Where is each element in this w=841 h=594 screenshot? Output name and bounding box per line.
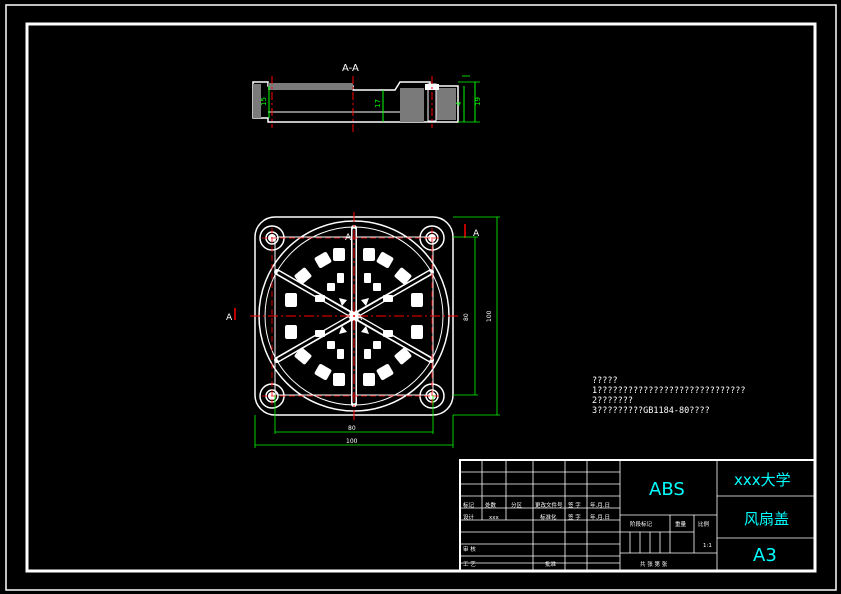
technical-notes: ????? 1????????????????????????????? 2??… xyxy=(592,376,746,416)
section-title: A-A xyxy=(342,63,359,74)
label-mark: 标记 xyxy=(463,501,475,509)
dim-80-vertical: 80 xyxy=(463,313,470,321)
dim-80-horizontal: 80 xyxy=(348,425,356,432)
drawing-sheet: A-A 15 17 4 19 A A A A 80 100 80 100 ???… xyxy=(5,4,837,591)
section-view: A-A 15 17 4 19 xyxy=(252,63,482,134)
label-review: 审 核 xyxy=(463,545,476,553)
plan-view: A A A A 80 100 80 100 xyxy=(226,212,500,448)
label-process: 工 艺 xyxy=(463,561,476,568)
notes-line-3: 2??????? xyxy=(592,396,633,406)
sheet-size-label: A3 xyxy=(753,545,777,566)
cut-mark-center: A xyxy=(356,313,363,323)
label-sign-2: 签 字 xyxy=(568,513,581,521)
dim-17: 17 xyxy=(374,99,382,108)
school-label: xxx大学 xyxy=(734,471,791,489)
label-stage: 阶段标记 xyxy=(630,520,653,528)
notes-line-2: 1????????????????????????????? xyxy=(592,386,746,396)
dim-100-vertical: 100 xyxy=(486,310,493,322)
dim-19: 19 xyxy=(474,97,482,106)
label-scale: 比例 xyxy=(698,520,710,528)
cut-mark-center-top: A xyxy=(345,233,352,243)
scale-value: 1:1 xyxy=(703,543,712,549)
label-approve: 批准 xyxy=(545,560,557,568)
notes-line-4: 3?????????GB1184-80???? xyxy=(592,406,710,416)
label-count: 处数 xyxy=(485,501,497,509)
notes-line-1: ????? xyxy=(592,376,618,386)
part-name-label: 风扇盖 xyxy=(744,510,789,528)
designer-name: xxx xyxy=(489,515,500,521)
label-date: 年.月.日 xyxy=(590,501,610,509)
dim-100-horizontal: 100 xyxy=(346,438,358,445)
dim-4: 4 xyxy=(455,101,463,106)
label-design: 设计 xyxy=(463,513,475,521)
label-standard: 标准化 xyxy=(540,513,557,521)
label-date-2: 年.月.日 xyxy=(590,513,610,521)
dim-15: 15 xyxy=(260,97,268,106)
cut-mark-left: A xyxy=(226,313,233,323)
label-weight: 重量 xyxy=(675,520,687,528)
cut-mark-right: A xyxy=(473,229,480,239)
label-sign: 签 字 xyxy=(568,501,581,509)
label-sheets: 共 张 第 张 xyxy=(640,560,668,568)
material-label: ABS xyxy=(649,479,685,500)
label-change-doc: 更改文件号 xyxy=(535,501,563,509)
title-block: ABS xxx大学 风扇盖 A3 标记 处数 分区 更改文件号 签 字 年.月.… xyxy=(459,459,816,572)
label-zone: 分区 xyxy=(511,501,523,509)
